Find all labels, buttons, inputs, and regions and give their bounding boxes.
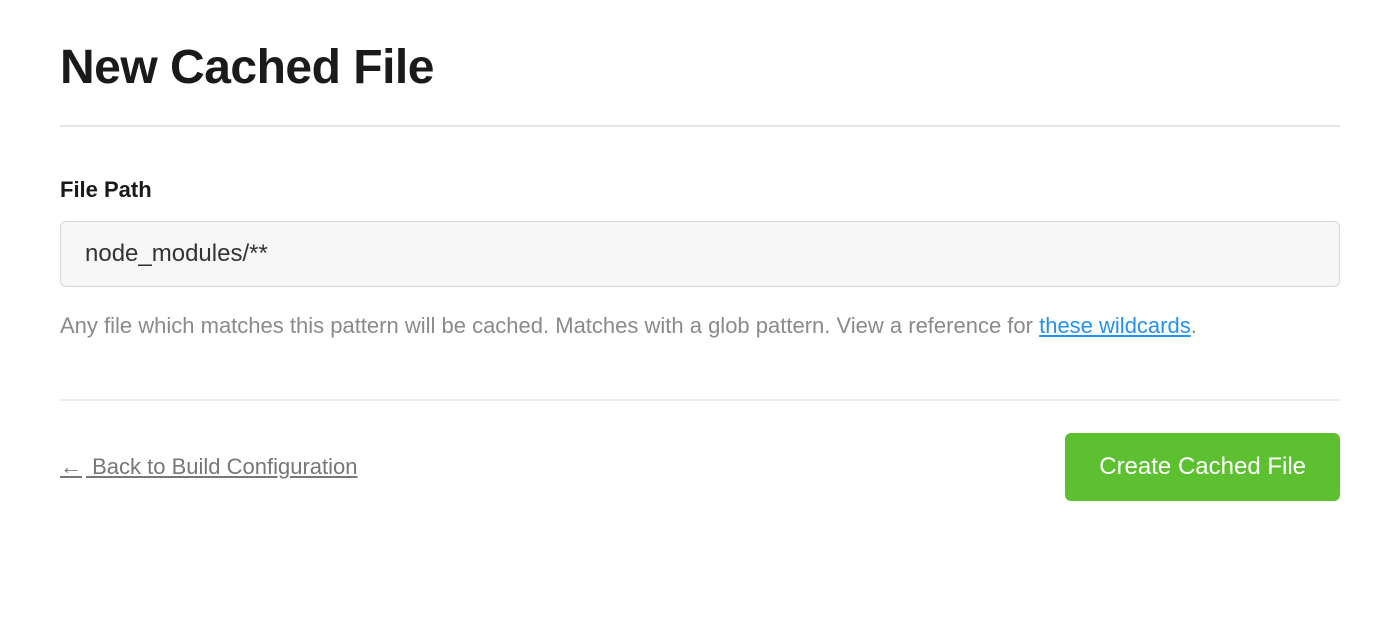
back-link[interactable]: ← Back to Build Configuration [60, 454, 358, 480]
footer-row: ← Back to Build Configuration Create Cac… [60, 433, 1340, 501]
wildcards-link[interactable]: these wildcards [1039, 313, 1191, 338]
divider-top [60, 125, 1340, 127]
help-text-after: . [1191, 313, 1197, 338]
file-path-input[interactable] [60, 221, 1340, 287]
help-text-before: Any file which matches this pattern will… [60, 313, 1039, 338]
page-title: New Cached File [60, 40, 1340, 95]
divider-bottom [60, 399, 1340, 401]
back-link-label: Back to Build Configuration [86, 454, 358, 479]
create-cached-file-button[interactable]: Create Cached File [1065, 433, 1340, 501]
file-path-label: File Path [60, 177, 1340, 203]
arrow-left-icon: ← [60, 454, 82, 479]
file-path-help: Any file which matches this pattern will… [60, 307, 1340, 344]
